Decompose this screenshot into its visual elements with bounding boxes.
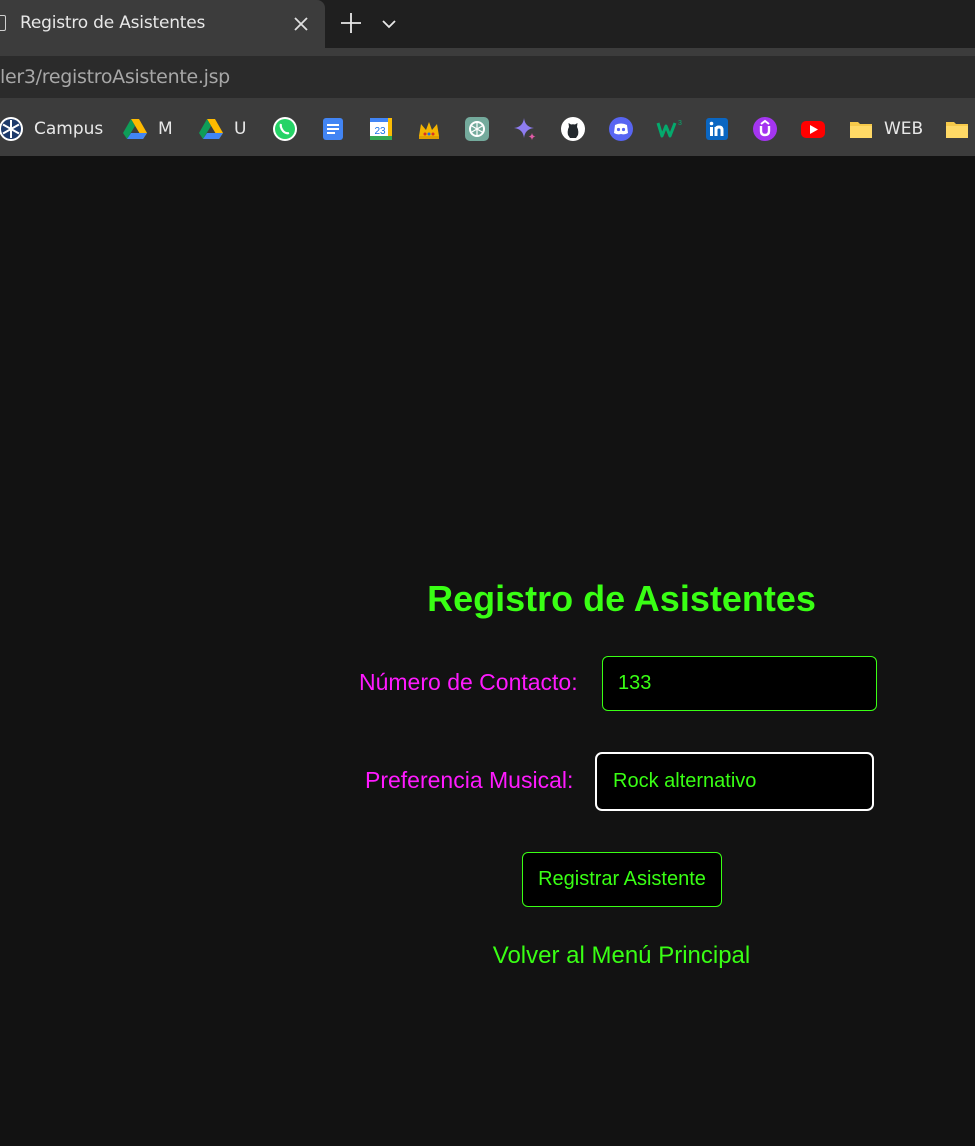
campus-icon [0,117,23,141]
bookmark-campus[interactable]: Campus [0,115,103,143]
music-preference-input[interactable] [595,752,874,811]
udemy-icon [753,117,777,141]
github-icon [561,117,585,141]
url-text[interactable]: ler3/registroAsistente.jsp [0,66,230,88]
linkedin-icon [706,118,728,140]
contact-number-input[interactable] [602,656,877,711]
crown-icon [419,122,439,139]
bookmark-discord[interactable] [608,115,634,143]
svg-text:3: 3 [678,120,682,127]
bookmark-folder[interactable] [944,115,970,143]
bookmark-drive-m[interactable]: M [122,115,173,143]
bookmark-w3[interactable]: 3 [656,115,682,143]
bookmark-udemy[interactable] [752,115,778,143]
google-drive-icon [123,119,147,139]
back-to-main-menu-link[interactable]: Volver al Menú Principal [0,942,975,970]
whatsapp-icon [273,117,297,141]
tab-strip: Registro de Asistentes [0,0,975,48]
youtube-icon [801,121,825,138]
contact-number-label: Número de Contacto: [359,669,578,695]
bookmark-chatgpt[interactable] [464,115,490,143]
music-preference-label: Preferencia Musical: [365,767,574,793]
folder-icon [946,122,968,138]
new-tab-plus-icon[interactable] [338,10,364,36]
close-tab-icon[interactable] [291,13,311,35]
bookmark-label: U [234,119,247,139]
register-attendee-button[interactable]: Registrar Asistente [522,852,722,907]
chevron-down-icon[interactable] [380,15,398,33]
w3-icon: 3 [656,120,682,138]
bookmark-linkedin[interactable] [704,115,730,143]
svg-text:23: 23 [374,126,386,137]
browser-tab[interactable]: Registro de Asistentes [0,0,325,48]
discord-icon [609,117,633,141]
bookmark-github[interactable] [560,115,586,143]
bookmark-label: Campus [34,119,104,139]
google-calendar-icon: 23 [370,118,392,140]
page-icon [0,15,6,31]
gemini-icon [514,118,536,140]
bookmark-whatsapp[interactable] [272,115,298,143]
bookmark-youtube[interactable] [800,115,826,143]
page-title: Registro de Asistentes [427,578,816,619]
folder-icon [850,122,872,138]
bookmark-docs[interactable] [320,115,346,143]
bookmark-calendar[interactable]: 23 [368,115,394,143]
bookmark-label: WEB [884,119,924,139]
bookmark-crown[interactable] [416,115,442,143]
google-docs-icon [323,118,343,140]
google-drive-icon [199,119,223,139]
chatgpt-icon [465,117,489,141]
tab-title: Registro de Asistentes [20,13,206,33]
bookmark-drive-u[interactable]: U [198,115,246,143]
bookmark-folder-web[interactable]: WEB [848,115,923,143]
bookmark-gemini[interactable] [512,115,538,143]
bookmark-label: M [158,119,173,139]
